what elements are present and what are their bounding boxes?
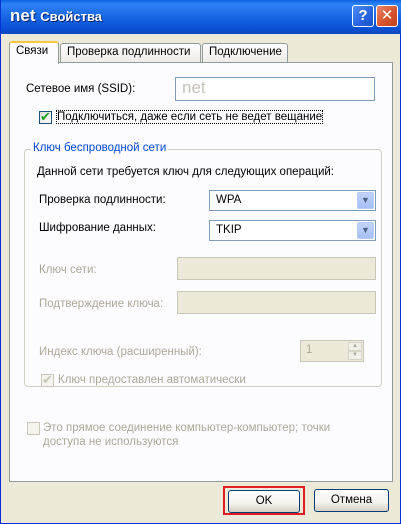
auto-key-label: Ключ предоставлен автоматически	[58, 374, 246, 386]
tab-authentication[interactable]: Проверка подлинности	[60, 43, 201, 63]
close-button[interactable]: ✕	[376, 5, 398, 27]
confirm-key-input[interactable]	[177, 291, 376, 314]
tab-connection[interactable]: Связи	[9, 41, 59, 64]
ssid-input[interactable]: net	[175, 77, 375, 101]
ssid-value: net	[182, 78, 206, 97]
tab-panel: Сетевое имя (SSID): net ✔ Подключиться, …	[9, 62, 393, 482]
title-bar[interactable]: net Свойства ? ✕	[1, 0, 401, 34]
title-network-name: net	[10, 6, 36, 25]
chevron-down-icon[interactable]: ▼	[357, 222, 374, 239]
auth-label: Проверка подлинности:	[39, 194, 166, 206]
broadcast-checkbox[interactable]: ✔	[39, 109, 52, 124]
window-title: net Свойства	[10, 6, 102, 26]
key-description: Данной сети требуется ключ для следующих…	[37, 166, 334, 178]
tab-connect[interactable]: Подключение	[202, 43, 288, 63]
auth-select[interactable]: WPA ▼	[209, 190, 376, 211]
network-key-group-title: Ключ беспроводной сети	[31, 142, 169, 154]
title-suffix: Свойства	[40, 9, 103, 24]
ok-button[interactable]: OK	[228, 490, 300, 513]
ssid-label: Сетевое имя (SSID):	[26, 83, 136, 95]
check-icon: ✔	[42, 372, 53, 387]
check-icon: ✔	[40, 109, 51, 124]
encryption-label: Шифрование данных:	[39, 222, 156, 234]
confirm-key-label: Подтверждение ключа:	[39, 298, 164, 310]
help-button[interactable]: ?	[352, 5, 374, 27]
key-index-spinner[interactable]: 1 ▲ ▼	[300, 340, 364, 362]
chevron-down-icon[interactable]: ▼	[357, 192, 374, 209]
cancel-button[interactable]: Отмена	[314, 489, 389, 512]
adhoc-label-line2: доступа не используются	[43, 436, 179, 448]
encryption-select[interactable]: TKIP ▼	[209, 220, 376, 241]
auth-value: WPA	[216, 194, 242, 206]
adhoc-label-line1: Это прямое соединение компьютер-компьюте…	[43, 422, 331, 434]
network-key-label: Ключ сети:	[39, 264, 97, 276]
spin-up-icon[interactable]: ▲	[348, 342, 362, 351]
help-icon: ?	[358, 7, 368, 24]
close-icon: ✕	[380, 7, 394, 24]
key-index-value: 1	[306, 344, 313, 356]
ok-button-highlight: OK	[223, 486, 305, 515]
key-index-label: Индекс ключа (расширенный):	[39, 346, 202, 358]
adhoc-checkbox[interactable]	[27, 422, 40, 435]
properties-dialog: net Свойства ? ✕ Связи Проверка подлинно…	[0, 0, 401, 524]
encryption-value: TKIP	[216, 224, 242, 236]
spin-down-icon[interactable]: ▼	[348, 351, 362, 360]
broadcast-label[interactable]: Подключиться, даже если сеть не ведет ве…	[55, 110, 324, 124]
network-key-input[interactable]	[177, 257, 376, 280]
auto-key-checkbox[interactable]: ✔	[41, 372, 54, 387]
network-key-group: Ключ беспроводной сети Данной сети требу…	[24, 142, 382, 387]
